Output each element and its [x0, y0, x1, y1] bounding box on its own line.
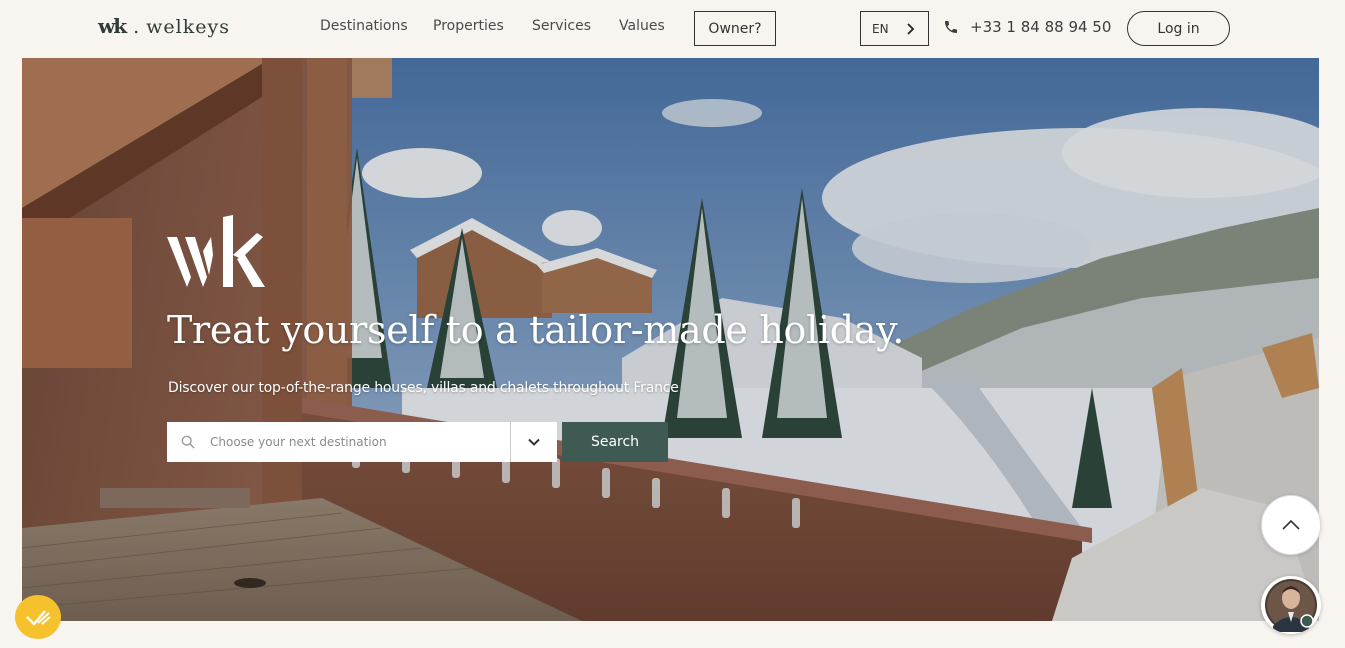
hero-subtitle: Discover our top-of-the-range houses, vi… — [168, 380, 679, 396]
destination-search-box — [167, 422, 557, 462]
search-button[interactable]: Search — [562, 422, 668, 462]
phone-link[interactable]: +33 1 84 88 94 50 — [943, 18, 1111, 36]
language-label: EN — [872, 21, 889, 36]
hero-banner: Treat yourself to a tailor-made holiday.… — [22, 58, 1319, 621]
hero-content: Treat yourself to a tailor-made holiday.… — [22, 58, 1319, 621]
language-selector[interactable]: EN — [860, 11, 929, 46]
brand-logo[interactable]: wk . welkeys — [98, 14, 230, 38]
brand-mark: wk — [98, 14, 127, 38]
owner-button[interactable]: Owner? — [694, 11, 776, 46]
chevron-down-icon — [528, 438, 540, 446]
cookie-consent-button[interactable] — [15, 595, 61, 639]
brand-name: welkeys — [146, 16, 230, 38]
nav-link-destinations[interactable]: Destinations — [320, 18, 408, 34]
chevron-up-icon — [1282, 519, 1300, 530]
nav-link-properties[interactable]: Properties — [433, 18, 504, 34]
login-button[interactable]: Log in — [1127, 11, 1230, 46]
chevron-right-icon — [907, 22, 915, 35]
destination-dropdown-toggle[interactable] — [510, 422, 557, 462]
destination-search-input[interactable] — [210, 435, 500, 449]
nav-link-services[interactable]: Services — [532, 18, 591, 34]
welkeys-monogram-logo — [167, 215, 265, 287]
advisor-photo — [1265, 579, 1317, 632]
advisor-chat-avatar[interactable] — [1261, 576, 1321, 634]
cookie-consent-icon — [26, 610, 51, 626]
hero-title: Treat yourself to a tailor-made holiday. — [167, 308, 905, 352]
nav-link-values[interactable]: Values — [619, 18, 665, 34]
phone-number: +33 1 84 88 94 50 — [970, 18, 1112, 36]
site-header: wk . welkeys Destinations Properties Ser… — [0, 0, 1345, 58]
search-icon — [181, 435, 195, 449]
phone-icon — [945, 21, 957, 33]
scroll-to-top-button[interactable] — [1261, 495, 1321, 555]
brand-separator: . — [133, 16, 141, 38]
